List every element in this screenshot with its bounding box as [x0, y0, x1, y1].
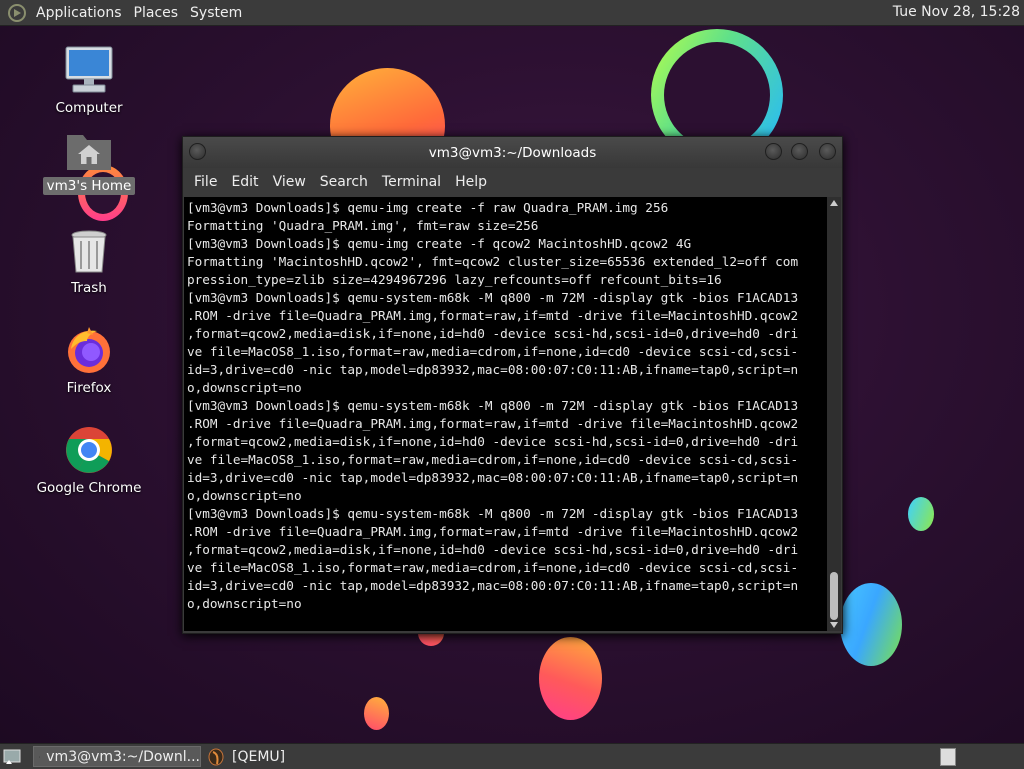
desktop-icon-label: Computer — [55, 100, 123, 116]
distro-logo-icon[interactable] — [8, 3, 26, 22]
maximize-button[interactable] — [791, 143, 808, 160]
minimize-button[interactable] — [765, 143, 782, 160]
wallpaper-pink-blob — [539, 637, 602, 720]
computer-icon — [65, 46, 113, 93]
show-desktop-icon[interactable] — [2, 746, 22, 766]
workspace-switcher[interactable] — [940, 748, 956, 766]
desktop-icon-computer[interactable]: Computer — [29, 45, 149, 117]
terminal-scrollbar[interactable] — [827, 197, 841, 631]
taskbar-item-label: [QEMU] — [232, 748, 286, 765]
desktop-icon-trash[interactable]: Trash — [29, 229, 149, 297]
taskbar-item-terminal[interactable]: vm3@vm3:~/Downl... — [33, 746, 201, 767]
window-menubar: File Edit View Search Terminal Help — [183, 168, 842, 196]
wallpaper-small-blob — [908, 497, 934, 531]
wallpaper-tiny-blob — [364, 697, 389, 730]
chrome-icon — [66, 427, 112, 473]
menu-view[interactable]: View — [266, 174, 313, 190]
menu-terminal[interactable]: Terminal — [375, 174, 448, 190]
window-title: vm3@vm3:~/Downloads — [428, 145, 597, 161]
qemu-icon — [208, 748, 224, 765]
window-titlebar[interactable]: vm3@vm3:~/Downloads — [183, 137, 842, 168]
menu-help[interactable]: Help — [448, 174, 494, 190]
scrollbar-thumb[interactable] — [830, 572, 838, 620]
terminal-area[interactable]: [vm3@vm3 Downloads]$ qemu-img create -f … — [184, 197, 827, 631]
desktop-icon-label: vm3's Home — [42, 177, 136, 195]
menu-file[interactable]: File — [187, 174, 224, 190]
clock[interactable]: Tue Nov 28, 15:28 — [893, 4, 1020, 20]
desktop-icon-label: Firefox — [66, 380, 112, 396]
desktop-icon-label: Google Chrome — [36, 480, 142, 496]
wallpaper-blue-green-blob — [840, 583, 902, 666]
desktop-icon-firefox[interactable]: Firefox — [29, 325, 149, 397]
menu-edit[interactable]: Edit — [224, 174, 265, 190]
taskbar-item-qemu[interactable]: [QEMU] — [205, 746, 345, 767]
firefox-icon — [68, 327, 110, 373]
terminal-window[interactable]: vm3@vm3:~/Downloads File Edit View Searc… — [182, 136, 843, 634]
top-panel: Applications Places System Tue Nov 28, 1… — [0, 0, 1024, 26]
close-button[interactable] — [819, 143, 836, 160]
bottom-taskbar: vm3@vm3:~/Downl... [QEMU] — [0, 743, 1024, 769]
trash-icon — [71, 230, 107, 273]
taskbar-item-label: vm3@vm3:~/Downl... — [46, 748, 200, 765]
menu-applications[interactable]: Applications — [30, 5, 128, 21]
scroll-up-icon[interactable] — [830, 200, 838, 206]
terminal-icon — [39, 755, 41, 758]
menu-places[interactable]: Places — [128, 5, 185, 21]
terminal-output: [vm3@vm3 Downloads]$ qemu-img create -f … — [187, 200, 799, 611]
scroll-down-icon[interactable] — [830, 622, 838, 628]
menu-system[interactable]: System — [184, 5, 248, 21]
home-folder-icon — [67, 135, 111, 170]
desktop-icon-chrome[interactable]: Google Chrome — [29, 425, 149, 497]
menu-search[interactable]: Search — [313, 174, 375, 190]
desktop-icon-label: Trash — [71, 280, 107, 296]
desktop-icon-home[interactable]: vm3's Home — [29, 129, 149, 195]
